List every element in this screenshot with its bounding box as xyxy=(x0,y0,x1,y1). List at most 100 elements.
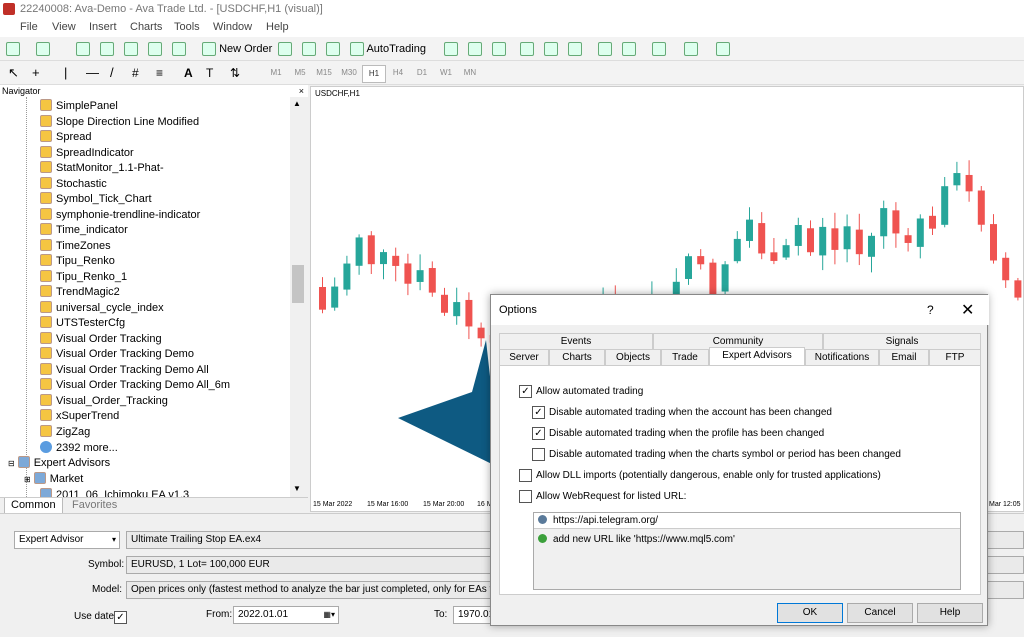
vps-button[interactable] xyxy=(326,40,340,58)
tab-objects[interactable]: Objects xyxy=(605,349,661,365)
nav-item[interactable]: symphonie-trendline-indicator xyxy=(40,207,200,223)
scroll-up-icon[interactable]: ▲ xyxy=(293,99,301,108)
terminal-button[interactable] xyxy=(148,40,162,58)
timeframe-w1[interactable]: W1 xyxy=(434,65,458,81)
autotrading-button[interactable]: AutoTrading xyxy=(350,40,426,58)
tab-common[interactable]: Common xyxy=(4,498,63,514)
navigator-close-button[interactable]: × xyxy=(299,85,304,97)
timeframe-mn[interactable]: MN xyxy=(458,65,482,81)
option-allow-dll-imports[interactable]: Allow DLL imports (potentially dangerous… xyxy=(519,469,881,482)
add-url-item[interactable]: add new URL like 'https://www.mql5.com' xyxy=(538,533,735,547)
tab-expert-advisors[interactable]: Expert Advisors xyxy=(709,347,805,365)
navigator-scroll-thumb[interactable] xyxy=(292,265,304,303)
timeframe-h1[interactable]: H1 xyxy=(362,65,386,83)
tab-events[interactable]: Events xyxy=(499,333,653,349)
metaeditor-button[interactable] xyxy=(278,40,292,58)
checkbox-allow-webrequest[interactable] xyxy=(519,490,532,503)
nav-item[interactable]: Visual Order Tracking Demo All_6m xyxy=(40,378,230,393)
nav-item[interactable]: Symbol_Tick_Chart xyxy=(40,192,152,207)
zoom-out-button[interactable] xyxy=(544,40,558,58)
program-type-select[interactable]: Expert Advisor ▾ xyxy=(14,531,120,549)
timeframe-m30[interactable]: M30 xyxy=(337,65,361,81)
menu-insert[interactable]: Insert xyxy=(89,21,117,33)
timeframe-d1[interactable]: D1 xyxy=(410,65,434,81)
from-date-field[interactable]: 2022.01.01 ▦▾ xyxy=(233,606,339,624)
nav-item-partial[interactable]: 2011_06_Ichimoku EA v1.3 xyxy=(40,488,189,497)
chart-shift-button[interactable] xyxy=(622,40,636,58)
timeframe-m1[interactable]: M1 xyxy=(264,65,288,81)
tester-button[interactable] xyxy=(172,40,186,58)
menu-window[interactable]: Window xyxy=(213,21,252,33)
profiles-button[interactable] xyxy=(36,40,50,58)
nav-item[interactable]: Visual Order Tracking Demo All xyxy=(40,362,209,378)
checkbox-allow-automated-trading[interactable]: ✓ xyxy=(519,385,532,398)
navigator-button[interactable] xyxy=(124,40,138,58)
text-button[interactable]: A xyxy=(184,64,193,82)
nav-item[interactable]: ZigZag xyxy=(40,424,90,440)
cancel-button[interactable]: Cancel xyxy=(847,603,913,623)
nav-item[interactable]: Visual_Order_Tracking xyxy=(40,393,168,409)
scroll-down-icon[interactable]: ▼ xyxy=(293,484,301,493)
horizontal-line-button[interactable]: — xyxy=(86,64,99,82)
tab-notifications[interactable]: Notifications xyxy=(805,349,879,365)
checkbox-disable-account-change[interactable]: ✓ xyxy=(532,406,545,419)
cursor-button[interactable]: ↖ xyxy=(8,64,19,82)
nav-item[interactable]: universal_cycle_index xyxy=(40,300,164,316)
arrows-button[interactable]: ⇅ xyxy=(230,64,240,82)
tab-trade[interactable]: Trade xyxy=(661,349,709,365)
periods-button[interactable] xyxy=(684,40,698,58)
tab-charts[interactable]: Charts xyxy=(549,349,605,365)
tab-signals[interactable]: Signals xyxy=(823,333,981,349)
nav-item[interactable]: Visual Order Tracking xyxy=(40,331,162,347)
crosshair-button[interactable]: + xyxy=(32,64,40,82)
menu-help[interactable]: Help xyxy=(266,21,289,33)
nav-item[interactable]: SimplePanel xyxy=(40,99,118,114)
menu-charts[interactable]: Charts xyxy=(130,21,162,33)
timeframe-h4[interactable]: H4 xyxy=(386,65,410,81)
menu-view[interactable]: View xyxy=(52,21,76,33)
help-button[interactable]: Help xyxy=(917,603,983,623)
zoom-in-button[interactable] xyxy=(520,40,534,58)
candlesticks-button[interactable] xyxy=(468,40,482,58)
timeframe-m5[interactable]: M5 xyxy=(288,65,312,81)
text-label-button[interactable]: T xyxy=(206,64,213,82)
tab-server[interactable]: Server xyxy=(499,349,549,365)
nav-item[interactable]: Time_indicator xyxy=(40,223,128,238)
dialog-close-button[interactable]: ✕ xyxy=(961,300,974,320)
tile-windows-button[interactable] xyxy=(568,40,582,58)
tab-email[interactable]: Email xyxy=(879,349,929,365)
nav-item[interactable]: Visual Order Tracking Demo xyxy=(40,347,194,362)
market-watch-button[interactable] xyxy=(76,40,90,58)
new-chart-button[interactable] xyxy=(6,40,20,58)
fibonacci-button[interactable]: ≡ xyxy=(156,64,163,82)
line-chart-button[interactable] xyxy=(492,40,506,58)
nav-item[interactable]: Spread xyxy=(40,130,91,145)
url-list[interactable]: https://api.telegram.org/ add new URL li… xyxy=(533,512,961,590)
use-date-checkbox[interactable]: ✓ xyxy=(114,611,127,624)
signals-button[interactable] xyxy=(302,40,316,58)
url-list-item[interactable]: https://api.telegram.org/ xyxy=(534,513,960,529)
to-date-field[interactable]: 1970.01 xyxy=(453,606,493,624)
bar-chart-button[interactable] xyxy=(444,40,458,58)
trendline-button[interactable]: / xyxy=(110,64,114,82)
nav-item[interactable]: Tipu_Renko xyxy=(40,254,115,269)
dialog-help-icon[interactable]: ? xyxy=(927,303,934,317)
option-allow-automated-trading[interactable]: ✓ Allow automated trading xyxy=(519,385,643,398)
option-disable-symbol-change[interactable]: Disable automated trading when the chart… xyxy=(532,448,901,461)
timeframe-m15[interactable]: M15 xyxy=(312,65,336,81)
menu-tools[interactable]: Tools xyxy=(174,21,200,33)
vertical-line-button[interactable]: | xyxy=(64,64,67,82)
navigator-tree[interactable]: SimplePanel Slope Direction Line Modified… xyxy=(0,97,290,497)
data-window-button[interactable] xyxy=(100,40,114,58)
menu-file[interactable]: File xyxy=(20,21,38,33)
new-order-button[interactable]: New Order xyxy=(202,40,272,58)
option-disable-profile-change[interactable]: ✓ Disable automated trading when the prof… xyxy=(532,427,824,440)
nav-item-more[interactable]: 2392 more... xyxy=(40,441,118,456)
nav-item[interactable]: StatMonitor_1.1-Phat- xyxy=(40,161,164,176)
tab-ftp[interactable]: FTP xyxy=(929,349,981,365)
channel-button[interactable]: # xyxy=(132,64,139,82)
nav-item[interactable]: Tipu_Renko_1 xyxy=(40,269,127,285)
templates-button[interactable] xyxy=(716,40,730,58)
auto-scroll-button[interactable] xyxy=(598,40,612,58)
nav-item[interactable]: Stochastic xyxy=(40,176,107,192)
